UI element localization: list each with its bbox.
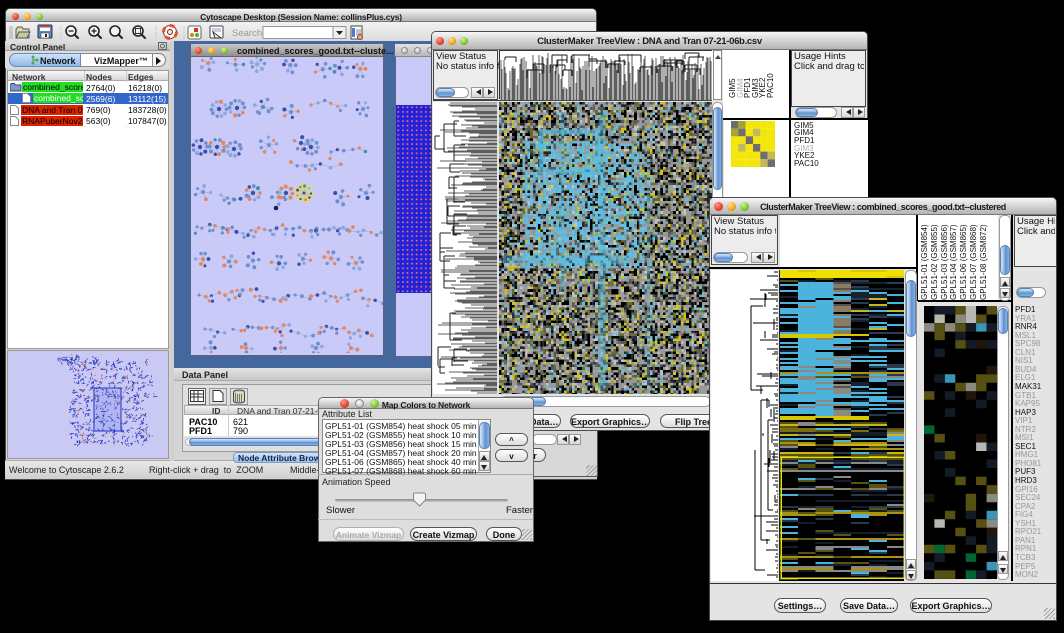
svg-text:Search:: Search:: [232, 28, 265, 39]
